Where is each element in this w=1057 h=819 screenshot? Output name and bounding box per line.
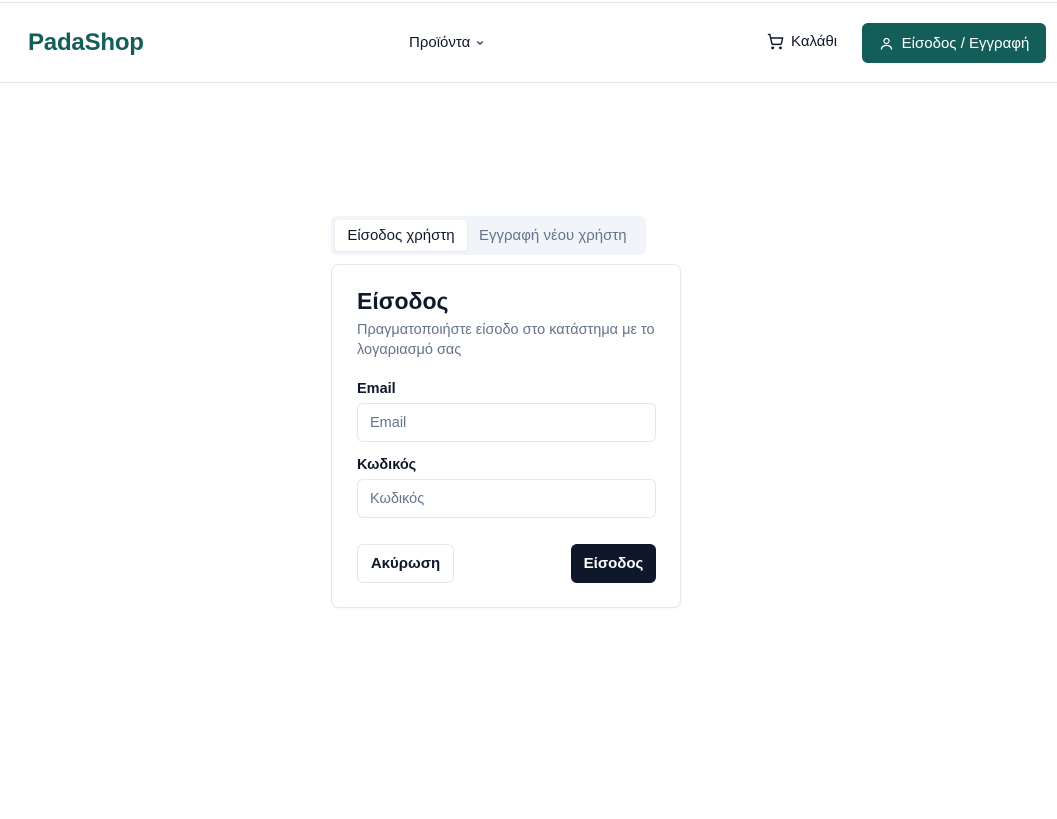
email-label: Email bbox=[357, 381, 396, 397]
card-title: Είσοδος bbox=[357, 288, 449, 314]
login-card: Είσοδος Πραγματοποιήστε είσοδο στο κατάσ… bbox=[331, 264, 681, 608]
login-register-label: Είσοδος / Εγγραφή bbox=[901, 34, 1030, 52]
nav-products-menu[interactable]: Προϊόντα bbox=[409, 34, 485, 51]
user-icon bbox=[880, 37, 892, 50]
nav-products-label: Προϊόντα bbox=[409, 34, 471, 51]
email-input[interactable] bbox=[357, 403, 656, 442]
login-register-button[interactable]: Είσοδος / Εγγραφή bbox=[862, 23, 1046, 63]
card-description: Πραγματοποιήστε είσοδο στο κατάστημα με … bbox=[357, 322, 655, 358]
cart-link[interactable]: Καλάθι bbox=[767, 33, 837, 50]
auth-tabs: Είσοδος χρήστη Εγγραφή νέου χρήστη bbox=[331, 216, 646, 255]
page: PadaShop Προϊόντα Καλάθι Είσοδος / Εγγρα… bbox=[0, 0, 1057, 819]
site-header: PadaShop Προϊόντα Καλάθι Είσοδος / Εγγρα… bbox=[0, 3, 1057, 83]
chevron-down-icon bbox=[477, 40, 484, 45]
password-label: Κωδικός bbox=[357, 457, 417, 473]
login-submit-button[interactable]: Είσοδος bbox=[571, 544, 656, 583]
cart-icon bbox=[767, 33, 784, 50]
site-logo[interactable]: PadaShop bbox=[28, 29, 144, 57]
cancel-button[interactable]: Ακύρωση bbox=[357, 544, 454, 583]
password-input[interactable] bbox=[357, 479, 656, 518]
tab-register[interactable]: Εγγραφή νέου χρήστη bbox=[467, 220, 639, 251]
tab-login[interactable]: Είσοδος χρήστη bbox=[335, 220, 467, 251]
cart-label: Καλάθι bbox=[791, 33, 838, 50]
